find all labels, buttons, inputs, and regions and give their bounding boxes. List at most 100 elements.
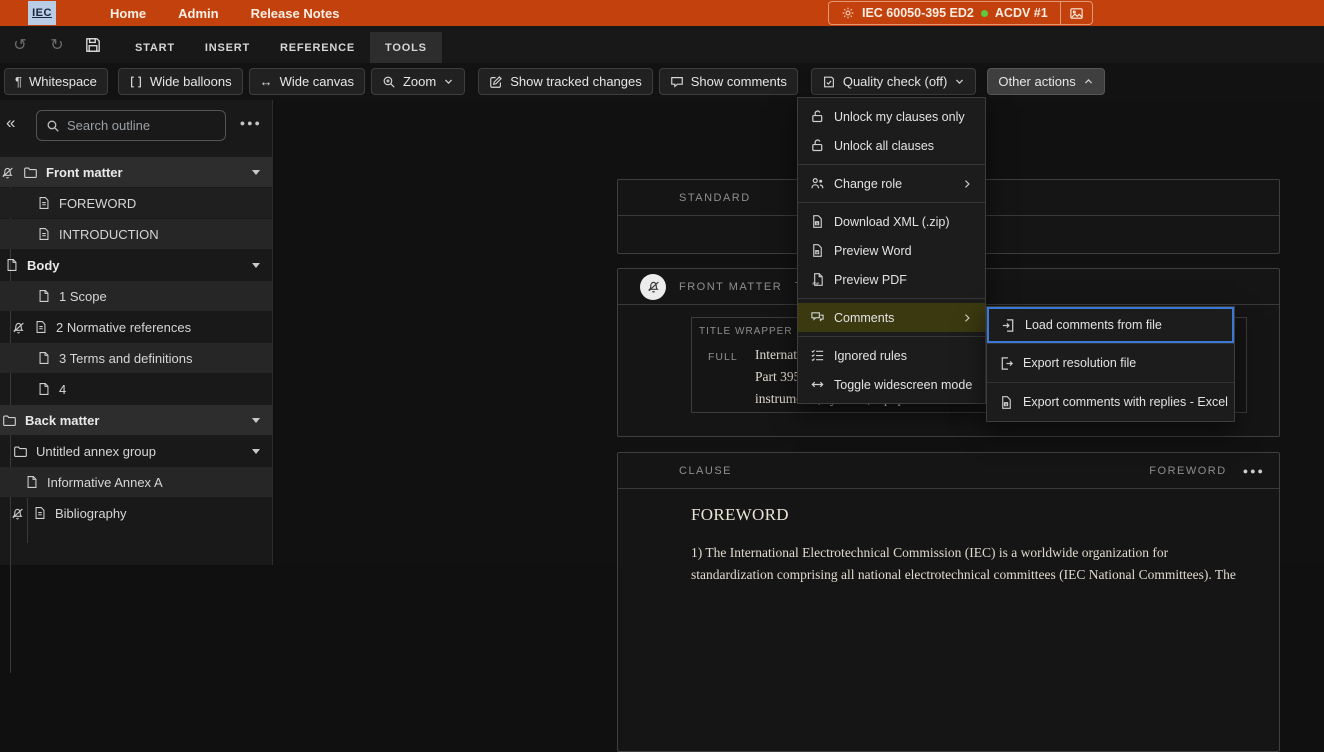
clause-heading: FOREWORD bbox=[691, 505, 789, 524]
unlock-icon bbox=[812, 110, 823, 123]
tab-insert[interactable]: INSERT bbox=[190, 32, 265, 63]
search-input[interactable] bbox=[67, 118, 216, 133]
tree-item-untitled-annex-group[interactable]: Untitled annex group bbox=[0, 436, 272, 466]
show-tracked-changes-button[interactable]: Show tracked changes bbox=[478, 68, 653, 95]
image-button[interactable] bbox=[1059, 2, 1092, 24]
menu-divider bbox=[798, 298, 985, 299]
tab-start[interactable]: START bbox=[120, 32, 190, 63]
chevron-down-icon[interactable] bbox=[252, 448, 260, 454]
paragraph-line: standardization comprising all national … bbox=[691, 567, 1236, 582]
brackets-icon bbox=[130, 76, 141, 87]
zoom-in-icon bbox=[383, 76, 395, 88]
file-word-icon: w bbox=[813, 244, 822, 257]
clipboard-check-icon bbox=[823, 76, 834, 87]
button-label: Quality check (off) bbox=[842, 74, 948, 89]
chevron-down-icon bbox=[445, 79, 453, 84]
nav-admin[interactable]: Admin bbox=[178, 6, 218, 21]
menu-item-toggle-widescreen[interactable]: Toggle widescreen mode bbox=[798, 370, 985, 399]
tree-item-body[interactable]: Body bbox=[0, 250, 272, 280]
document-icon bbox=[39, 197, 49, 209]
clause-paragraph: 1) The International Electrotechnical Co… bbox=[691, 542, 1279, 586]
folder-icon bbox=[14, 446, 27, 457]
clause-name-label: FOREWORD bbox=[1149, 464, 1227, 477]
page-icon bbox=[7, 259, 17, 271]
tree-item-front-matter[interactable]: Front matter bbox=[0, 157, 272, 187]
menu-item-label: Ignored rules bbox=[834, 348, 907, 363]
arrows-horizontal-icon bbox=[811, 381, 824, 388]
redo-button[interactable]: ↻ bbox=[47, 35, 67, 55]
file-excel-icon: x bbox=[1002, 395, 1011, 409]
tree-item-clause-4[interactable]: 4 bbox=[0, 374, 272, 404]
tab-reference[interactable]: REFERENCE bbox=[265, 32, 370, 63]
image-icon bbox=[1070, 7, 1083, 19]
tree-item-normative-references[interactable]: 2 Normative references bbox=[0, 312, 272, 342]
button-label: Wide canvas bbox=[279, 74, 354, 89]
tree-item-informative-annex-a[interactable]: Informative Annex A bbox=[0, 467, 272, 497]
wide-balloons-button[interactable]: Wide balloons bbox=[117, 68, 243, 95]
wide-canvas-button[interactable]: ↔ Wide canvas bbox=[248, 68, 365, 95]
tree-item-label: Back matter bbox=[25, 412, 100, 428]
button-label: Zoom bbox=[402, 74, 437, 89]
other-actions-menu: Unlock my clauses only Unlock all clause… bbox=[797, 97, 986, 404]
tree-item-label: Informative Annex A bbox=[47, 474, 163, 490]
file-import-icon bbox=[1002, 318, 1014, 332]
chevron-down-icon[interactable] bbox=[252, 169, 260, 175]
clause-more-button[interactable]: ●●● bbox=[1243, 466, 1265, 476]
tree-item-scope[interactable]: 1 Scope bbox=[0, 281, 272, 311]
tree-item-introduction[interactable]: INTRODUCTION bbox=[0, 219, 272, 249]
zoom-button[interactable]: Zoom bbox=[370, 68, 466, 95]
outline-search[interactable] bbox=[36, 110, 226, 141]
menu-item-comments[interactable]: Comments bbox=[798, 303, 985, 332]
chevron-down-icon[interactable] bbox=[252, 417, 260, 423]
tab-tools[interactable]: TOOLS bbox=[370, 32, 442, 63]
chevron-down-icon[interactable] bbox=[252, 262, 260, 268]
menu-divider bbox=[798, 202, 985, 203]
document-icon bbox=[39, 228, 49, 240]
menu-item-unlock-all-clauses[interactable]: Unlock all clauses bbox=[798, 131, 985, 160]
nav-home[interactable]: Home bbox=[110, 6, 146, 21]
arrows-horizontal-icon: ↔ bbox=[259, 74, 273, 89]
whitespace-button[interactable]: ¶ Whitespace bbox=[4, 68, 108, 95]
menu-item-change-role[interactable]: Change role bbox=[798, 169, 985, 198]
users-icon bbox=[811, 178, 824, 189]
menu-item-label: Toggle widescreen mode bbox=[834, 377, 973, 392]
menu-item-ignored-rules[interactable]: Ignored rules bbox=[798, 341, 985, 370]
submenu-item-export-resolution[interactable]: Export resolution file bbox=[987, 344, 1234, 382]
nav-release-notes[interactable]: Release Notes bbox=[251, 6, 340, 21]
undo-button[interactable]: ↺ bbox=[10, 35, 30, 55]
menu-item-preview-pdf[interactable]: PDF Preview PDF bbox=[798, 265, 985, 294]
tree-item-label: 4 bbox=[59, 381, 67, 397]
document-icon bbox=[36, 321, 46, 333]
tree-item-foreword[interactable]: FOREWORD bbox=[0, 188, 272, 218]
button-label: Show tracked changes bbox=[510, 74, 642, 89]
other-actions-button[interactable]: Other actions bbox=[987, 68, 1105, 95]
tree-item-bibliography[interactable]: Bibliography bbox=[0, 498, 272, 528]
menu-item-unlock-my-clauses[interactable]: Unlock my clauses only bbox=[798, 102, 985, 131]
tree-item-label: Bibliography bbox=[55, 505, 127, 521]
tree-item-back-matter[interactable]: Back matter bbox=[0, 405, 272, 435]
submenu-item-load-comments[interactable]: Load comments from file bbox=[987, 307, 1234, 343]
menu-item-label: Comments bbox=[834, 310, 895, 325]
menu-divider bbox=[798, 164, 985, 165]
sidebar-more-button[interactable]: ●●● bbox=[240, 118, 262, 128]
menu-item-label: Preview PDF bbox=[834, 272, 907, 287]
project-badge[interactable]: IEC 60050-395 ED2 ACDV #1 bbox=[828, 1, 1093, 25]
submenu-item-label: Export comments with replies - Excel bbox=[1023, 395, 1228, 409]
save-button[interactable] bbox=[84, 36, 102, 54]
quality-check-button[interactable]: Quality check (off) bbox=[810, 68, 977, 95]
project-stage: ACDV #1 bbox=[994, 6, 1048, 20]
clause-panel[interactable]: CLAUSE FOREWORD ●●● FOREWORD 1) The Inte… bbox=[617, 452, 1280, 752]
unlock-icon bbox=[812, 139, 823, 152]
show-comments-button[interactable]: Show comments bbox=[658, 68, 798, 95]
tree-item-label: 3 Terms and definitions bbox=[59, 350, 193, 366]
collapse-sidebar-button[interactable]: « bbox=[6, 113, 15, 133]
menu-item-preview-word[interactable]: w Preview Word bbox=[798, 236, 985, 265]
submenu-item-export-comments-excel[interactable]: x Export comments with replies - Excel bbox=[987, 383, 1234, 421]
bell-slash-icon bbox=[2, 167, 13, 178]
tree-item-label: INTRODUCTION bbox=[59, 226, 159, 242]
file-pdf-icon: PDF bbox=[812, 273, 823, 286]
iec-logo[interactable]: IEC bbox=[28, 1, 56, 25]
tree-item-terms-definitions[interactable]: 3 Terms and definitions bbox=[0, 343, 272, 373]
page-icon bbox=[27, 476, 37, 488]
menu-item-download-xml[interactable]: x Download XML (.zip) bbox=[798, 207, 985, 236]
